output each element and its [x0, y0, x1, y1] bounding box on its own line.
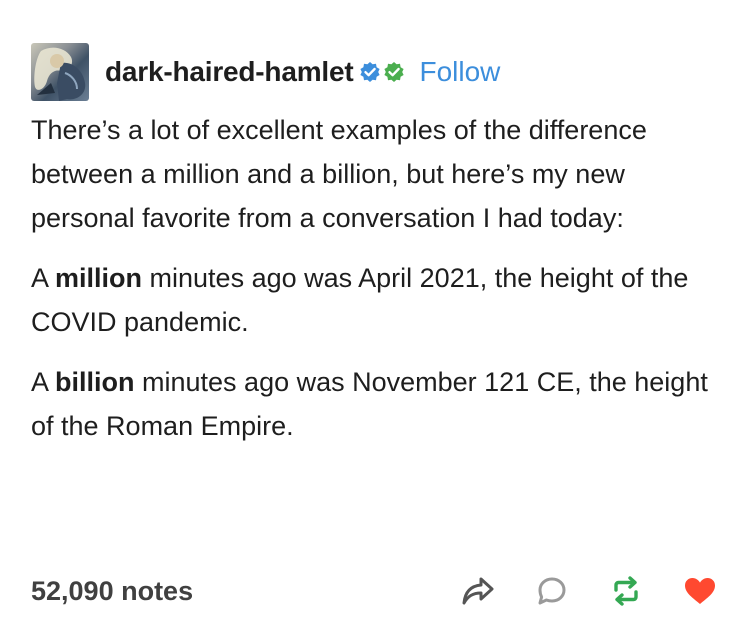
heart-icon — [685, 578, 715, 604]
share-button[interactable] — [458, 571, 498, 611]
badges — [359, 61, 405, 83]
blog-avatar[interactable] — [31, 43, 89, 101]
verified-blue-badge-icon — [359, 61, 381, 83]
notes-count[interactable]: 52,090 notes — [31, 576, 193, 607]
post-footer: 52,090 notes — [31, 566, 720, 616]
reply-button[interactable] — [532, 571, 572, 611]
tumblr-post: dark-haired-hamlet Follow There’s a lot … — [0, 0, 750, 642]
avatar-illustration — [34, 47, 86, 101]
green-check-badge-icon — [383, 61, 405, 83]
paragraph-billion: A billion minutes ago was November 121 C… — [31, 360, 721, 448]
reblog-button[interactable] — [606, 571, 646, 611]
comment-bubble-icon — [538, 577, 566, 605]
bold-billion: billion — [55, 367, 135, 397]
paragraph-million: A million minutes ago was April 2021, th… — [31, 256, 721, 344]
post-header: dark-haired-hamlet Follow — [31, 42, 500, 102]
share-arrow-icon — [462, 577, 494, 605]
bold-million: million — [55, 263, 143, 293]
follow-button[interactable]: Follow — [419, 56, 500, 88]
text-segment: A — [31, 367, 56, 397]
post-body: There’s a lot of excellent examples of t… — [31, 108, 721, 464]
post-actions — [458, 571, 720, 611]
text-segment: A — [31, 263, 56, 293]
reblog-icon — [614, 576, 638, 606]
like-button[interactable] — [680, 571, 720, 611]
blog-name[interactable]: dark-haired-hamlet — [105, 56, 354, 88]
paragraph-intro: There’s a lot of excellent examples of t… — [31, 115, 647, 233]
